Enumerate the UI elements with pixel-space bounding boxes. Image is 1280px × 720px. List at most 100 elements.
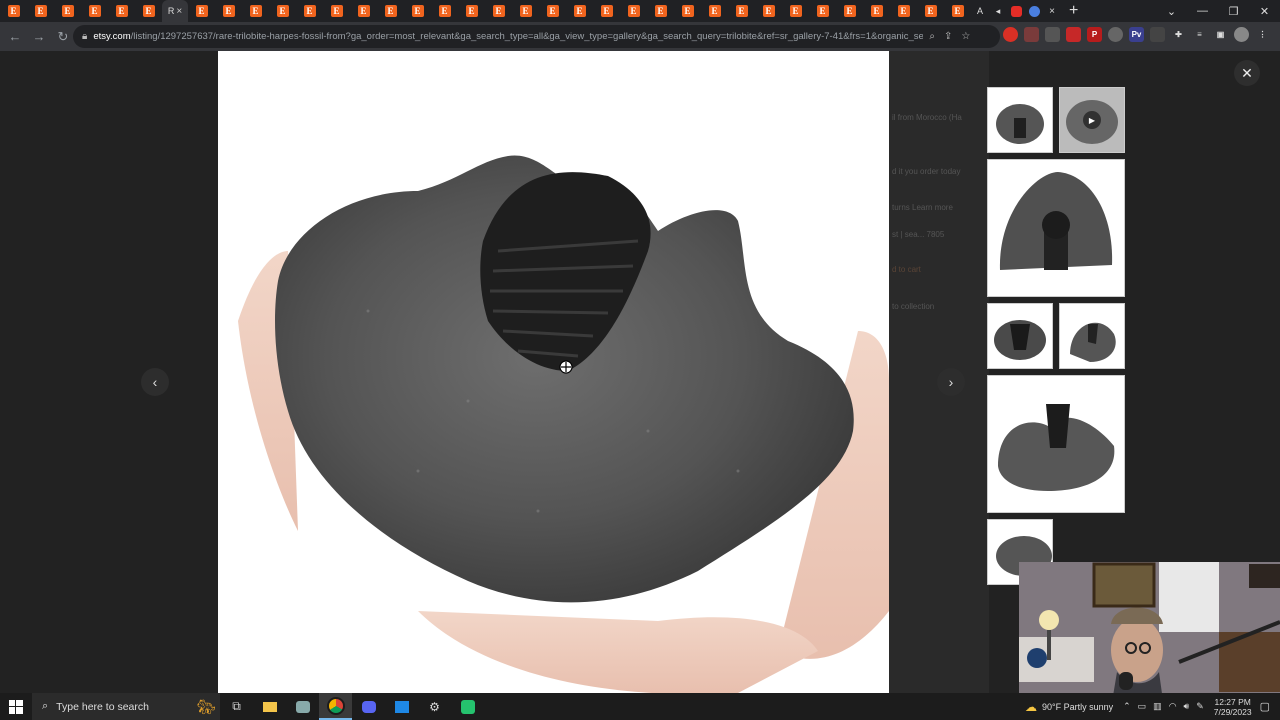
browser-tab[interactable]: E	[782, 0, 809, 22]
browser-tab[interactable]: E	[323, 0, 350, 22]
browser-tab[interactable]: E	[890, 0, 917, 22]
chrome-tab[interactable]	[1025, 0, 1043, 22]
browser-tab[interactable]: E	[512, 0, 539, 22]
thumbnail-1[interactable]	[987, 87, 1053, 153]
browser-tab[interactable]: E	[620, 0, 647, 22]
browser-tab[interactable]: E	[269, 0, 296, 22]
file-explorer-icon[interactable]	[253, 693, 286, 720]
photos-icon[interactable]	[385, 693, 418, 720]
youtube-tab[interactable]	[1007, 0, 1025, 22]
zoom-search-icon[interactable]: ⌕	[929, 31, 935, 42]
meet-icon[interactable]: ▭	[1138, 701, 1147, 712]
taskbar-search-box[interactable]: ⌕ Type here to search 🐅︎	[32, 693, 220, 720]
extension-gamepad-icon[interactable]	[1045, 27, 1060, 42]
menu-kebab-icon[interactable]: ⋮	[1255, 27, 1270, 42]
reload-icon[interactable]: ↻	[52, 26, 74, 48]
settings-gear-icon[interactable]: ⚙	[418, 693, 451, 720]
youtube-icon	[1010, 5, 1022, 17]
green-app-icon[interactable]	[451, 693, 484, 720]
browser-tab[interactable]: E	[539, 0, 566, 22]
share-icon[interactable]: ⇪	[944, 31, 952, 42]
browser-tab[interactable]: E	[863, 0, 890, 22]
thumbnail-3[interactable]	[987, 159, 1125, 297]
browser-tab[interactable]: E	[809, 0, 836, 22]
forward-icon[interactable]: →	[28, 26, 50, 48]
browser-tab[interactable]: E	[404, 0, 431, 22]
browser-tab[interactable]: E	[647, 0, 674, 22]
extension-red-icon[interactable]	[1003, 27, 1018, 42]
extension-circle-icon[interactable]	[1108, 27, 1123, 42]
main-image-viewer[interactable]	[218, 51, 889, 693]
browser-tab[interactable]: E	[944, 0, 971, 22]
extension-lock-icon[interactable]	[1024, 27, 1039, 42]
browser-tab[interactable]: E	[350, 0, 377, 22]
arrow-tab[interactable]: A	[971, 0, 989, 22]
browser-tab[interactable]: E	[377, 0, 404, 22]
start-button[interactable]	[0, 693, 32, 720]
back-icon[interactable]: ←	[4, 26, 26, 48]
extension-p-icon[interactable]: P	[1087, 27, 1102, 42]
browser-tab[interactable]: E	[108, 0, 135, 22]
tab-search-icon[interactable]: ⌄	[1156, 0, 1187, 22]
address-bar[interactable]: 🔒︎ etsy.com/listing/1297257637/rare-tril…	[73, 25, 1000, 48]
pen-icon[interactable]: ✎	[1196, 701, 1204, 712]
extension-pv-icon[interactable]: Pv	[1129, 27, 1144, 42]
tab-close-icon[interactable]: ×	[176, 6, 182, 17]
extensions-puzzle-icon[interactable]: ✚	[1171, 27, 1186, 42]
thumbnail-4[interactable]	[987, 303, 1053, 369]
restore-icon[interactable]: ❐	[1218, 0, 1249, 22]
media-tab[interactable]: ◂	[989, 0, 1007, 22]
browser-tab[interactable]: E	[485, 0, 512, 22]
network-icon[interactable]: ▥	[1153, 701, 1162, 712]
weather-widget[interactable]: ☁ 90°F Partly sunny	[1025, 700, 1113, 714]
new-tab-button[interactable]: +	[1069, 2, 1078, 20]
thumbnail-6[interactable]	[987, 375, 1125, 513]
browser-tab[interactable]: E	[836, 0, 863, 22]
browser-tab[interactable]: E	[296, 0, 323, 22]
browser-tab[interactable]: E	[0, 0, 27, 22]
browser-tab[interactable]: E	[242, 0, 269, 22]
side-panel-icon[interactable]: ▣	[1213, 27, 1228, 42]
browser-tab[interactable]: E	[458, 0, 485, 22]
url-text[interactable]: etsy.com/listing/1297257637/rare-trilobi…	[93, 31, 923, 42]
browser-tab[interactable]: E	[215, 0, 242, 22]
thumbnail-5[interactable]	[1059, 303, 1125, 369]
discord-icon[interactable]	[352, 693, 385, 720]
extension-record-icon[interactable]	[1066, 27, 1081, 42]
browser-tab[interactable]: E	[728, 0, 755, 22]
tab-close[interactable]: ×	[1043, 0, 1061, 22]
reading-list-icon[interactable]: ≡	[1192, 27, 1207, 42]
wifi-icon[interactable]: ◠	[1169, 701, 1177, 712]
browser-tab[interactable]: E	[755, 0, 782, 22]
chrome-taskbar-icon[interactable]	[319, 693, 352, 720]
browser-tab[interactable]: E	[674, 0, 701, 22]
browser-tab[interactable]: E	[188, 0, 215, 22]
task-view-icon[interactable]: ⧉	[220, 693, 253, 720]
browser-tab[interactable]: E	[593, 0, 620, 22]
profile-avatar[interactable]	[1234, 27, 1249, 42]
browser-tab[interactable]: E	[54, 0, 81, 22]
browser-tab[interactable]: E	[27, 0, 54, 22]
browser-tab[interactable]: E	[81, 0, 108, 22]
next-image-button[interactable]: ›	[937, 368, 965, 396]
clock[interactable]: 12:27 PM 7/29/2023	[1214, 697, 1252, 717]
browser-tab[interactable]: E	[566, 0, 593, 22]
extension-dark-icon[interactable]	[1150, 27, 1165, 42]
browser-tab[interactable]: E	[701, 0, 728, 22]
listing-title-fragment: il from Morocco (Ha	[892, 113, 962, 122]
close-lightbox-button[interactable]: ✕	[1234, 60, 1260, 86]
thumbnail-video[interactable]: ▶	[1059, 87, 1125, 153]
notifications-icon[interactable]: ▢	[1260, 700, 1270, 713]
close-window-icon[interactable]: ✕	[1249, 0, 1280, 22]
browser-tab[interactable]: E	[431, 0, 458, 22]
browser-tab[interactable]: E	[135, 0, 162, 22]
previous-image-button[interactable]: ‹	[141, 368, 169, 396]
bookmark-star-icon[interactable]: ☆	[961, 31, 970, 42]
chevron-left-icon: ‹	[152, 374, 158, 390]
app-icon[interactable]	[286, 693, 319, 720]
browser-tab[interactable]: E	[917, 0, 944, 22]
volume-icon[interactable]: 🔊︎	[1184, 701, 1190, 712]
chevron-up-icon[interactable]: ⌃	[1123, 701, 1131, 712]
active-browser-tab[interactable]: R ×	[162, 0, 188, 22]
minimize-icon[interactable]: —	[1187, 0, 1218, 22]
